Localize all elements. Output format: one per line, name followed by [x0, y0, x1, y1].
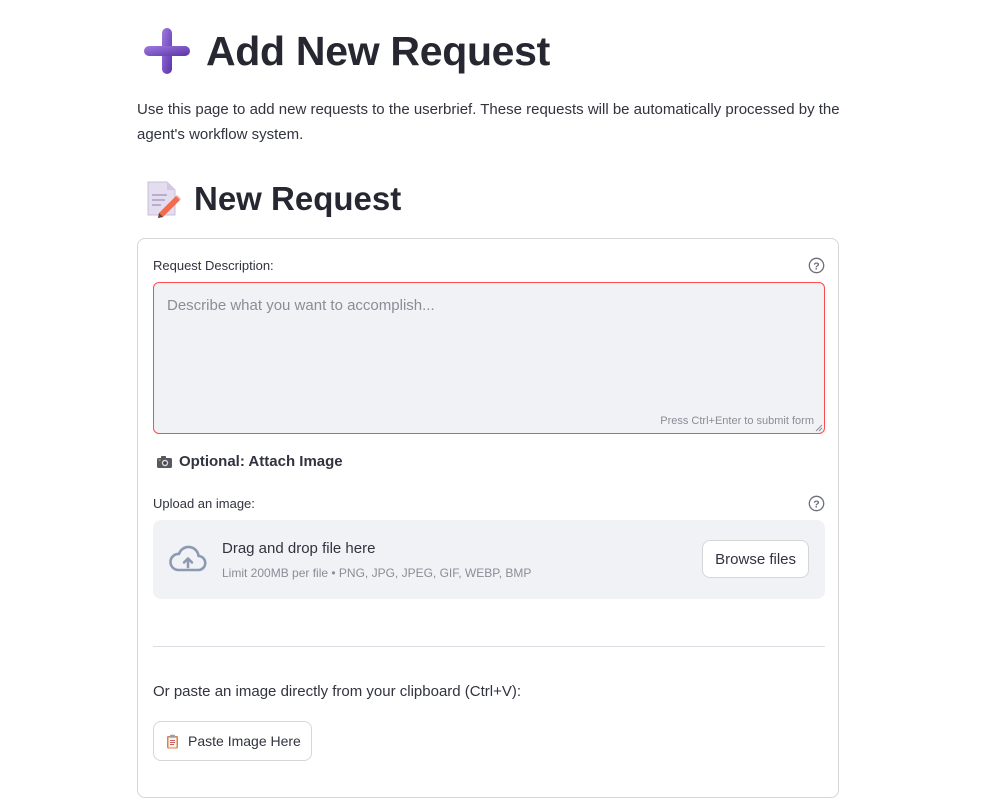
page-header: Add New Request — [142, 26, 550, 76]
request-description-textarea[interactable]: Describe what you want to accomplish... … — [153, 282, 825, 434]
page-title: Add New Request — [206, 27, 551, 74]
help-icon[interactable]: ? — [808, 257, 825, 274]
file-dropzone[interactable]: Drag and drop file here Limit 200MB per … — [153, 520, 825, 599]
help-icon[interactable]: ? — [808, 495, 825, 512]
description-placeholder: Describe what you want to accomplish... — [167, 297, 435, 314]
memo-icon — [147, 181, 181, 218]
intro-text: Use this page to add new requests to the… — [137, 101, 840, 143]
divider — [153, 646, 825, 647]
page: Add New Request Use this page to add new… — [0, 0, 987, 798]
description-label: Request Description: — [153, 258, 274, 273]
cloud-upload-icon — [169, 545, 207, 572]
section-header: New Request — [145, 180, 401, 218]
dropzone-title: Drag and drop file here — [222, 540, 376, 557]
paste-caption: Or paste an image directly from your cli… — [153, 683, 522, 700]
upload-label: Upload an image: — [153, 496, 255, 511]
camera-icon — [157, 455, 172, 468]
section-title: New Request — [194, 180, 402, 217]
paste-image-label: Paste Image Here — [188, 733, 301, 749]
browse-files-button[interactable]: Browse files — [702, 540, 809, 578]
dropzone-limit: Limit 200MB per file • PNG, JPG, JPEG, G… — [222, 566, 532, 580]
paste-image-button[interactable]: Paste Image Here — [153, 721, 312, 761]
attach-image-heading: Optional: Attach Image — [156, 453, 343, 470]
resize-grip-icon[interactable] — [815, 424, 823, 432]
clipboard-icon — [167, 734, 178, 748]
svg-text:?: ? — [813, 260, 819, 272]
attach-image-label: Optional: Attach Image — [179, 453, 343, 470]
submit-hint: Press Ctrl+Enter to submit form — [660, 415, 814, 427]
heavy-plus-icon — [144, 28, 190, 74]
svg-text:?: ? — [813, 498, 819, 510]
